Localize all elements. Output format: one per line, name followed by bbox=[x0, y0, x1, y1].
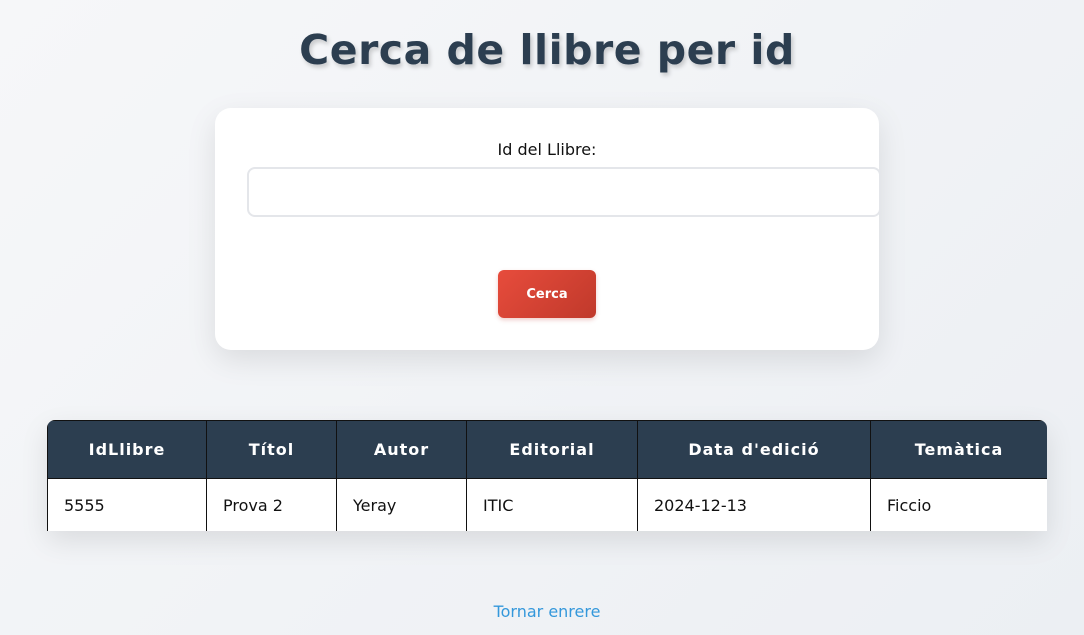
column-header-autor: Autor bbox=[336, 420, 467, 479]
column-header-titol: Títol bbox=[206, 420, 337, 479]
table-row: 5555 Prova 2 Yeray ITIC 2024-12-13 Ficci… bbox=[47, 478, 1047, 531]
column-header-editorial: Editorial bbox=[466, 420, 638, 479]
cell-tematica: Ficcio bbox=[870, 478, 1047, 531]
cell-titol: Prova 2 bbox=[206, 478, 337, 531]
results-table: IdLlibre Títol Autor Editorial Data d'ed… bbox=[47, 420, 1047, 531]
id-field-label: Id del Llibre: bbox=[497, 140, 597, 159]
cell-autor: Yeray bbox=[336, 478, 467, 531]
column-header-data-edicio: Data d'edició bbox=[637, 420, 871, 479]
table-header-row: IdLlibre Títol Autor Editorial Data d'ed… bbox=[47, 420, 1047, 479]
search-card: Id del Llibre: Cerca bbox=[215, 108, 881, 350]
column-header-tematica: Temàtica bbox=[870, 420, 1047, 479]
results-table-container: IdLlibre Títol Autor Editorial Data d'ed… bbox=[47, 420, 1047, 531]
cell-data-edicio: 2024-12-13 bbox=[637, 478, 871, 531]
column-header-idllibre: IdLlibre bbox=[47, 420, 207, 479]
search-button[interactable]: Cerca bbox=[498, 270, 596, 318]
back-link[interactable]: Tornar enrere bbox=[0, 602, 1084, 621]
id-input[interactable] bbox=[247, 167, 881, 217]
page-title: Cerca de llibre per id bbox=[299, 26, 795, 74]
cell-idllibre: 5555 bbox=[47, 478, 207, 531]
cell-editorial: ITIC bbox=[466, 478, 638, 531]
